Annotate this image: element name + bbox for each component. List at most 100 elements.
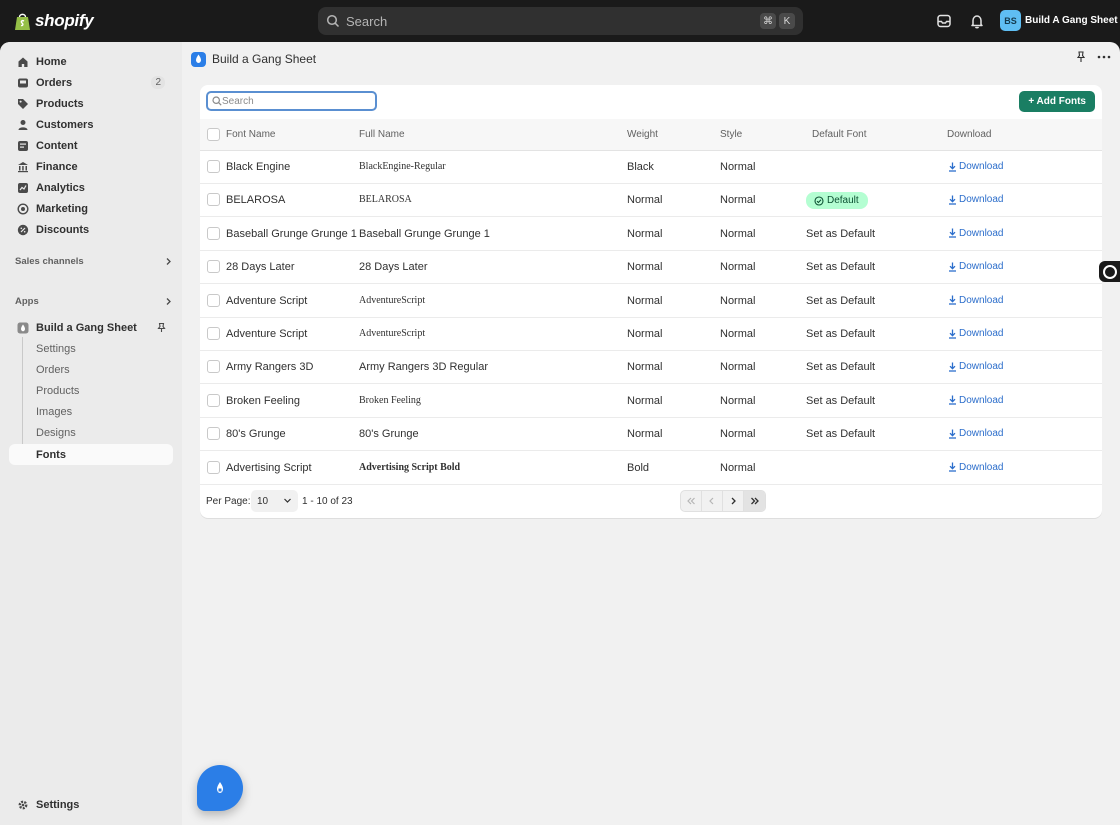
row-checkbox[interactable] (207, 460, 220, 474)
sidebar-subitem-fonts[interactable]: Fonts (9, 444, 173, 465)
full-name-cell: BELAROSA (359, 194, 412, 206)
download-link[interactable]: Download (948, 194, 1003, 205)
column-header-full-name[interactable]: Full Name (359, 129, 405, 140)
sidebar-item-discounts[interactable]: Discounts (9, 219, 173, 240)
sidebar-subitem-images[interactable]: Images (9, 401, 173, 422)
row-checkbox[interactable] (207, 360, 220, 374)
table-row: Army Rangers 3D Army Rangers 3D Regular No… (200, 351, 1102, 385)
ring-icon (1102, 264, 1117, 279)
full-name-cell: 80's Grunge (359, 428, 419, 441)
store-menu-button[interactable]: BS Build A Gang Sheet (1000, 10, 1118, 31)
row-checkbox[interactable] (207, 427, 220, 441)
app-icon (17, 322, 29, 333)
sidebar-item-finance[interactable]: Finance (9, 156, 173, 177)
table-row: BELAROSA BELAROSA Normal Normal Default Downl… (200, 184, 1102, 218)
column-header-download[interactable]: Download (947, 129, 991, 140)
pin-icon[interactable] (156, 322, 167, 333)
row-checkbox[interactable] (207, 260, 220, 274)
select-all-checkbox[interactable] (207, 128, 220, 141)
sidebar-item-marketing[interactable]: Marketing (9, 198, 173, 219)
row-checkbox[interactable] (207, 327, 220, 340)
column-header-font-name[interactable]: Font Name (226, 129, 275, 140)
row-checkbox[interactable] (207, 226, 220, 240)
shopify-logo[interactable]: shopify (14, 11, 94, 31)
set-as-default-action[interactable]: Set as Default (806, 395, 875, 407)
add-fonts-button[interactable]: + Add Fonts (1019, 91, 1095, 112)
app-logo-icon (191, 51, 206, 67)
weight-cell: Normal (627, 294, 663, 307)
pager-controls (680, 490, 766, 512)
apps-section[interactable]: Apps (15, 296, 173, 307)
row-checkbox[interactable] (207, 293, 220, 307)
table-row: Adventure Script AdventureScript Normal Nor… (200, 285, 1102, 318)
download-link[interactable]: Download (948, 428, 1003, 439)
set-as-default-action[interactable]: Set as Default (806, 361, 875, 373)
sidebar-subitem-products[interactable]: Products (9, 380, 173, 401)
download-link[interactable]: Download (948, 228, 1003, 239)
full-name-cell: AdventureScript (359, 328, 426, 339)
double-chevron-right-icon (750, 497, 759, 505)
sidebar-item-settings[interactable]: Settings (9, 794, 173, 815)
column-header-style[interactable]: Style (720, 129, 742, 140)
content-icon (18, 140, 28, 151)
last-page-button[interactable] (744, 491, 765, 511)
fonts-search-input[interactable] (222, 95, 362, 107)
sidebar-item-content[interactable]: Content (9, 135, 173, 156)
fonts-search-field[interactable] (206, 91, 377, 111)
sidebar-item-analytics[interactable]: Analytics (9, 177, 173, 198)
table-row: Advertising Script Advertising Script Bol… (200, 452, 1102, 485)
row-checkbox[interactable] (207, 393, 220, 407)
global-search-bar[interactable]: Search ⌘ K (318, 7, 803, 35)
set-as-default-action[interactable]: Set as Default (806, 328, 875, 340)
sidebar-item-home[interactable]: Home (9, 51, 173, 72)
column-header-weight[interactable]: Weight (627, 129, 658, 140)
search-icon (326, 14, 340, 28)
sidebar-item-customers[interactable]: Customers (9, 114, 173, 135)
edge-side-tab[interactable] (1099, 261, 1120, 282)
inbox-tray-icon[interactable] (935, 12, 953, 30)
per-page-select[interactable]: 10 (251, 490, 298, 512)
bell-icon[interactable] (968, 12, 986, 30)
weight-cell: Normal (627, 328, 663, 340)
download-link[interactable]: Download (948, 261, 1003, 272)
more-actions-icon[interactable] (1097, 51, 1111, 63)
download-link[interactable]: Download (948, 328, 1003, 339)
shortcut-key-k: K (779, 13, 795, 29)
set-as-default-action[interactable]: Set as Default (806, 428, 875, 440)
row-checkbox[interactable] (207, 160, 220, 173)
sidebar-item-orders[interactable]: Orders 2 (9, 72, 173, 93)
style-cell: Normal (720, 461, 756, 474)
set-as-default-action[interactable]: Set as Default (806, 261, 875, 273)
sidebar-subitem-settings[interactable]: Settings (9, 338, 173, 359)
sidebar-item-label: Settings (36, 798, 80, 811)
pin-icon[interactable] (1075, 51, 1087, 63)
set-as-default-action[interactable]: Set as Default (806, 228, 875, 240)
first-page-button[interactable] (681, 491, 702, 511)
sales-channels-section[interactable]: Sales channels (15, 256, 173, 267)
sidebar-item-products[interactable]: Products (9, 93, 173, 114)
sidebar-subitem-designs[interactable]: Designs (9, 422, 173, 443)
download-link[interactable]: Download (948, 395, 1003, 406)
download-link[interactable]: Download (948, 462, 1003, 473)
discount-icon (17, 224, 29, 235)
download-link[interactable]: Download (948, 295, 1003, 306)
download-link[interactable]: Download (948, 361, 1003, 372)
download-link[interactable]: Download (948, 161, 1003, 172)
column-header-default-font[interactable]: Default Font (812, 129, 866, 140)
previous-page-button[interactable] (702, 491, 723, 511)
sidebar-item-label: Discounts (36, 223, 90, 236)
floating-app-button[interactable] (197, 765, 243, 811)
font-name-cell: Advertising Script (226, 461, 312, 474)
default-font-label: Default (827, 195, 859, 207)
weight-cell: Normal (627, 261, 663, 274)
gear-icon (18, 800, 28, 809)
set-as-default-action[interactable]: Set as Default (806, 295, 875, 307)
sidebar-item-build-a-gang-sheet[interactable]: Build a Gang Sheet (9, 317, 173, 338)
row-checkbox[interactable] (207, 193, 220, 207)
sidebar-subitem-orders[interactable]: Orders (9, 359, 173, 380)
top-bar: shopify Search ⌘ K BS Build A Gang Sheet (0, 0, 1120, 42)
next-page-button[interactable] (723, 491, 744, 511)
full-name-cell: Advertising Script Bold (359, 461, 461, 473)
store-avatar: BS (1000, 10, 1021, 31)
full-name-cell: AdventureScript (359, 294, 426, 306)
